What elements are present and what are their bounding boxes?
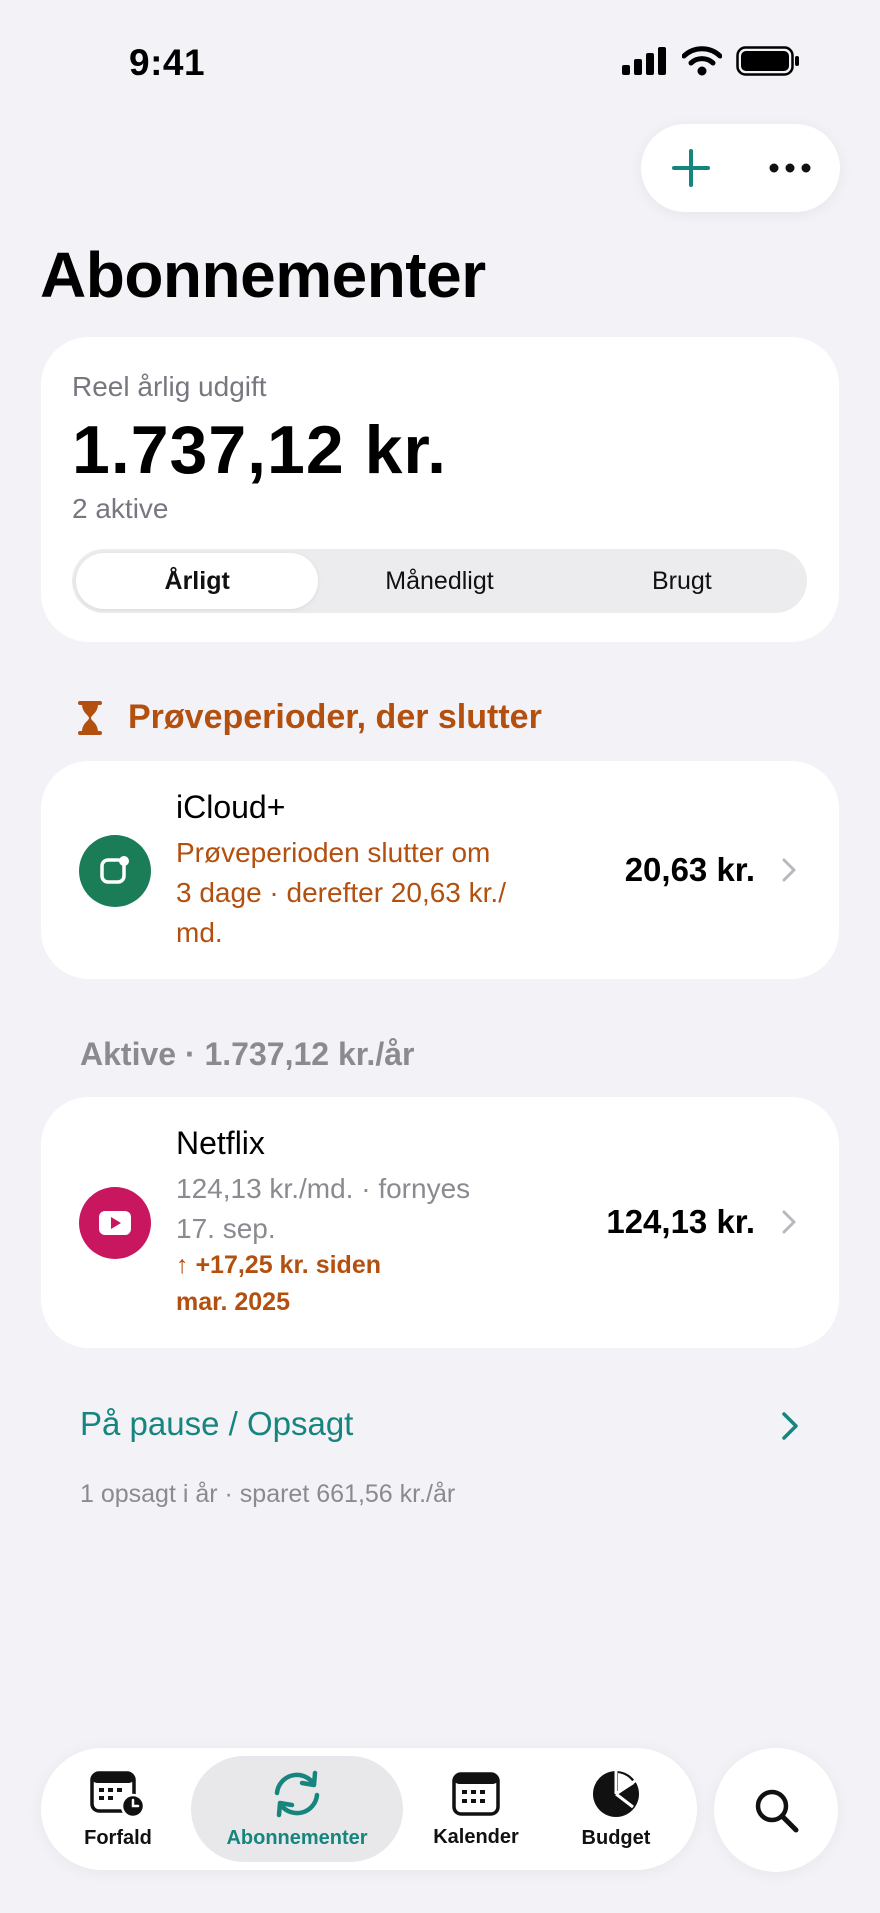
tab-budget[interactable]: Budget [557,1756,675,1862]
calendar-clock-icon [90,1770,146,1818]
savings-note: 1 opsagt i år · sparet 661,56 kr./år [80,1480,456,1508]
renewal-text-line: 17. sep. [176,1213,276,1244]
tab-bar: Forfald Abonnementer Kalender Budget [41,1748,697,1870]
active-section-header: Aktive · 1.737,12 kr./år [80,1036,415,1072]
annual-spend-card: Reel årlig udgift 1.737,12 kr. 2 aktive … [41,337,839,642]
ellipsis-icon [769,163,811,173]
tab-label: Forfald [84,1826,152,1849]
tab-forfald[interactable]: Forfald [59,1756,177,1862]
status-icons [622,46,800,76]
segment-monthly[interactable]: Månedligt [318,553,560,609]
plus-icon [671,149,710,187]
spend-label: Reel årlig udgift [72,371,267,402]
renewal-text-line: 124,13 kr./md. · fornyes [176,1173,471,1204]
subscription-price: 124,13 kr. [606,1203,755,1240]
renewal-text: 124,13 kr./md. · fornyes 17. sep. [176,1169,470,1249]
trials-section-header: Prøveperioder, der slutter [78,698,542,737]
cellular-signal-icon [622,47,666,75]
more-button[interactable] [750,128,830,208]
subscription-name: Netflix [176,1125,265,1161]
tab-label: Abonnementer [226,1826,368,1849]
page-title: Abonnementer [40,239,486,311]
tab-label: Kalender [433,1825,519,1848]
trial-text-line: Prøveperioden slutter om [176,837,491,868]
calendar-icon [452,1771,500,1816]
price-change-text: ↑ +17,25 kr. siden mar. 2025 [176,1247,381,1321]
trial-text-line: 3 dage · derefter 20,63 kr./ [176,877,506,908]
chevron-right-icon [782,858,796,882]
icloud-icon [79,835,151,907]
tab-label: Budget [581,1826,651,1849]
segment-used[interactable]: Brugt [561,553,803,609]
period-segmented-control: Årligt Månedligt Brugt [72,549,807,613]
chevron-right-icon [782,1210,796,1234]
paused-cancelled-link[interactable]: På pause / Opsagt [80,1405,353,1443]
header-actions [641,124,840,212]
price-change-line: mar. 2025 [176,1288,290,1316]
trial-text-line: md. [176,917,223,948]
subscription-row-netflix[interactable]: Netflix 124,13 kr./md. · fornyes 17. sep… [41,1097,839,1348]
battery-icon [736,46,799,76]
play-icon [79,1187,151,1259]
trial-ending-text: Prøveperioden slutter om 3 dage · dereft… [176,833,506,953]
spend-amount: 1.737,12 kr. [72,412,448,488]
active-count: 2 aktive [72,493,169,524]
segment-yearly[interactable]: Årligt [76,553,319,609]
tab-abonnementer[interactable]: Abonnementer [191,1756,403,1862]
sync-icon [274,1770,320,1817]
pie-chart-icon [593,1770,639,1817]
status-time: 9:41 [129,42,206,83]
wifi-icon [682,46,722,76]
add-subscription-button[interactable] [651,128,731,208]
subscription-price: 20,63 kr. [624,851,755,888]
tab-kalender[interactable]: Kalender [411,1756,541,1862]
trials-heading: Prøveperioder, der slutter [128,698,542,736]
chevron-right-icon[interactable] [780,1410,800,1442]
subscription-name: iCloud+ [176,789,286,825]
search-button[interactable] [714,1748,838,1872]
search-icon [755,1789,799,1833]
subscription-row-icloud[interactable]: iCloud+ Prøveperioden slutter om 3 dage … [41,761,839,979]
price-change-line: ↑ +17,25 kr. siden [176,1251,381,1279]
hourglass-icon [78,700,102,735]
